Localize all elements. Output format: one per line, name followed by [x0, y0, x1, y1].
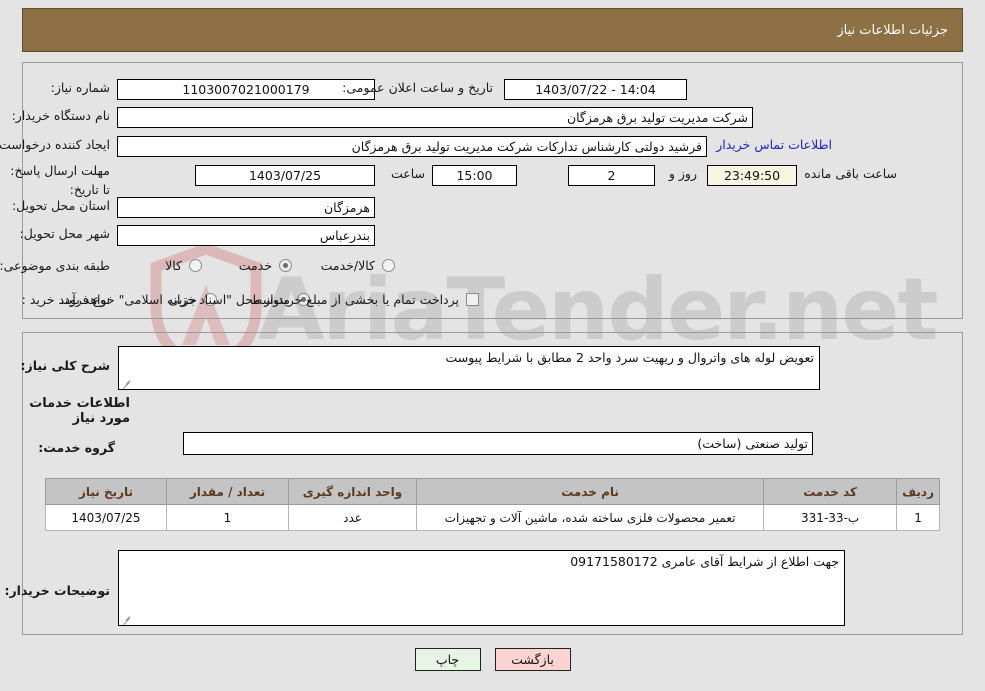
treasury-checkbox[interactable] — [466, 293, 479, 306]
city-label: شهر محل تحویل: — [19, 226, 110, 241]
public-announce-label: تاریخ و ساعت اعلان عمومی: — [342, 80, 493, 95]
resize-grip-icon-notes — [122, 613, 132, 625]
request-creator-value: فرشید دولتی کارشناس تدارکات شرکت مدیریت … — [117, 136, 707, 157]
th-name: نام خدمت — [415, 478, 765, 505]
deadline-time-label: ساعت — [390, 166, 425, 181]
deadline-countdown-suffix-wrap: ساعت باقی مانده — [804, 166, 897, 181]
cell-row: 1 — [896, 504, 940, 531]
description-label: شرح کلی نیاز: — [20, 358, 110, 373]
buyer-notes-value: جهت اطلاع از شرایط آقای عامری 0917158017… — [570, 554, 839, 569]
province-value: هرمزگان — [117, 197, 375, 218]
category-label-khedmat: خدمت — [238, 258, 272, 273]
button-row: بازگشت چاپ — [0, 648, 985, 671]
th-code: کد خدمت — [763, 478, 898, 505]
table-row: 1 ب-33-331 تعمیر محصولات فلزی ساخته شده،… — [45, 504, 940, 531]
th-quantity: تعداد / مقدار — [166, 478, 289, 505]
items-table: ردیف کد خدمت نام خدمت واحد اندازه گیری ت… — [45, 478, 940, 531]
deadline-countdown-suffix: ساعت باقی مانده — [804, 166, 897, 181]
request-creator-label: ایجاد کننده درخواست: — [0, 137, 110, 152]
resize-grip-icon — [122, 377, 132, 389]
category-option-kala-khedmat[interactable]: کالا/خدمت — [321, 258, 395, 273]
buyer-notes-label: توضیحات خریدار: — [4, 583, 110, 598]
treasury-note-wrap[interactable]: پرداخت تمام یا بخشی از مبلغ خرید،از محل … — [60, 292, 479, 307]
service-group-label: گروه خدمت: — [38, 440, 115, 455]
province-label-wrap: استان محل تحویل: — [12, 198, 110, 213]
buyer-contact-link-wrap[interactable]: اطلاعات تماس خریدار — [716, 137, 832, 152]
cell-unit: عدد — [288, 504, 417, 531]
top-info-panel — [22, 62, 963, 319]
deadline-time-value: 15:00 — [432, 165, 517, 186]
category-option-kala[interactable]: کالا — [165, 258, 202, 273]
need-number-label-wrap: شماره نیاز: — [51, 80, 110, 95]
buyer-org-label-wrap: نام دستگاه خریدار: — [12, 108, 110, 123]
th-row: ردیف — [896, 478, 940, 505]
province-label: استان محل تحویل: — [11, 198, 110, 213]
cell-name: تعمیر محصولات فلزی ساخته شده، ماشین آلات… — [415, 504, 765, 531]
buyer-notes-textarea[interactable]: جهت اطلاع از شرایط آقای عامری 0917158017… — [118, 550, 845, 626]
cell-need-date: 1403/07/25 — [45, 504, 167, 531]
category-option-khedmat[interactable]: خدمت — [239, 258, 292, 273]
description-label-wrap: شرح کلی نیاز: — [21, 358, 110, 373]
public-announce-value: 14:04 - 1403/07/22 — [504, 79, 687, 100]
request-creator-label-wrap: ایجاد کننده درخواست: — [0, 137, 110, 152]
items-table-wrap: ردیف کد خدمت نام خدمت واحد اندازه گیری ت… — [45, 478, 940, 531]
page-title: جزئیات اطلاعات نیاز — [837, 22, 948, 38]
buyer-contact-link[interactable]: اطلاعات تماس خریدار — [716, 137, 832, 152]
page-root: AriaTender.net جزئیات اطلاعات نیاز شماره… — [0, 0, 985, 691]
buyer-org-label: نام دستگاه خریدار: — [11, 108, 110, 123]
table-header-row: ردیف کد خدمت نام خدمت واحد اندازه گیری ت… — [45, 478, 940, 505]
category-radio-kala-khedmat[interactable] — [382, 259, 395, 272]
page-title-bar: جزئیات اطلاعات نیاز — [22, 8, 963, 52]
deadline-days-suffix-wrap: روز و — [669, 166, 697, 181]
category-label-kala: کالا — [165, 258, 182, 273]
city-value: بندرعباس — [117, 225, 375, 246]
deadline-days-value: 2 — [568, 165, 655, 186]
category-label: طبقه بندی موضوعی: — [0, 258, 110, 273]
services-section-heading: اطلاعات خدمات مورد نیاز — [29, 396, 130, 426]
th-need-date: تاریخ نیاز — [45, 478, 167, 505]
cell-quantity: 1 — [166, 504, 289, 531]
city-label-wrap: شهر محل تحویل: — [20, 226, 110, 241]
category-label-kala-khedmat: کالا/خدمت — [320, 258, 375, 273]
back-button[interactable]: بازگشت — [494, 648, 571, 671]
deadline-label: مهلت ارسال پاسخ: تا تاریخ: — [10, 163, 110, 197]
service-group-label-wrap: گروه خدمت: — [38, 440, 115, 455]
need-number-value: 1103007021000179 — [117, 79, 375, 100]
th-unit: واحد اندازه گیری — [288, 478, 417, 505]
category-label-wrap: طبقه بندی موضوعی: — [0, 258, 110, 273]
description-value: تعویض لوله های واتروال و ریهیت سرد واحد … — [445, 350, 814, 365]
buyer-org-value: شرکت مدیریت تولید برق هرمزگان — [117, 107, 753, 128]
treasury-note-text: پرداخت تمام یا بخشی از مبلغ خرید،از محل … — [60, 292, 459, 307]
deadline-time-label-wrap: ساعت — [391, 166, 425, 181]
deadline-label-wrap: مهلت ارسال پاسخ: تا تاریخ: — [5, 160, 110, 198]
deadline-countdown-value: 23:49:50 — [707, 165, 797, 186]
need-number-label: شماره نیاز: — [50, 80, 110, 95]
cell-code: ب-33-331 — [763, 504, 898, 531]
deadline-date-value: 1403/07/25 — [195, 165, 375, 186]
public-announce-label-wrap: تاریخ و ساعت اعلان عمومی: — [342, 80, 493, 95]
print-button[interactable]: چاپ — [414, 648, 481, 671]
buyer-notes-label-wrap: توضیحات خریدار: — [4, 583, 110, 598]
description-textarea[interactable]: تعویض لوله های واتروال و ریهیت سرد واحد … — [118, 346, 820, 390]
deadline-days-suffix: روز و — [668, 166, 697, 181]
category-radio-kala[interactable] — [189, 259, 202, 272]
service-group-value: تولید صنعتی (ساخت) — [183, 432, 813, 455]
category-radio-khedmat[interactable] — [279, 259, 292, 272]
